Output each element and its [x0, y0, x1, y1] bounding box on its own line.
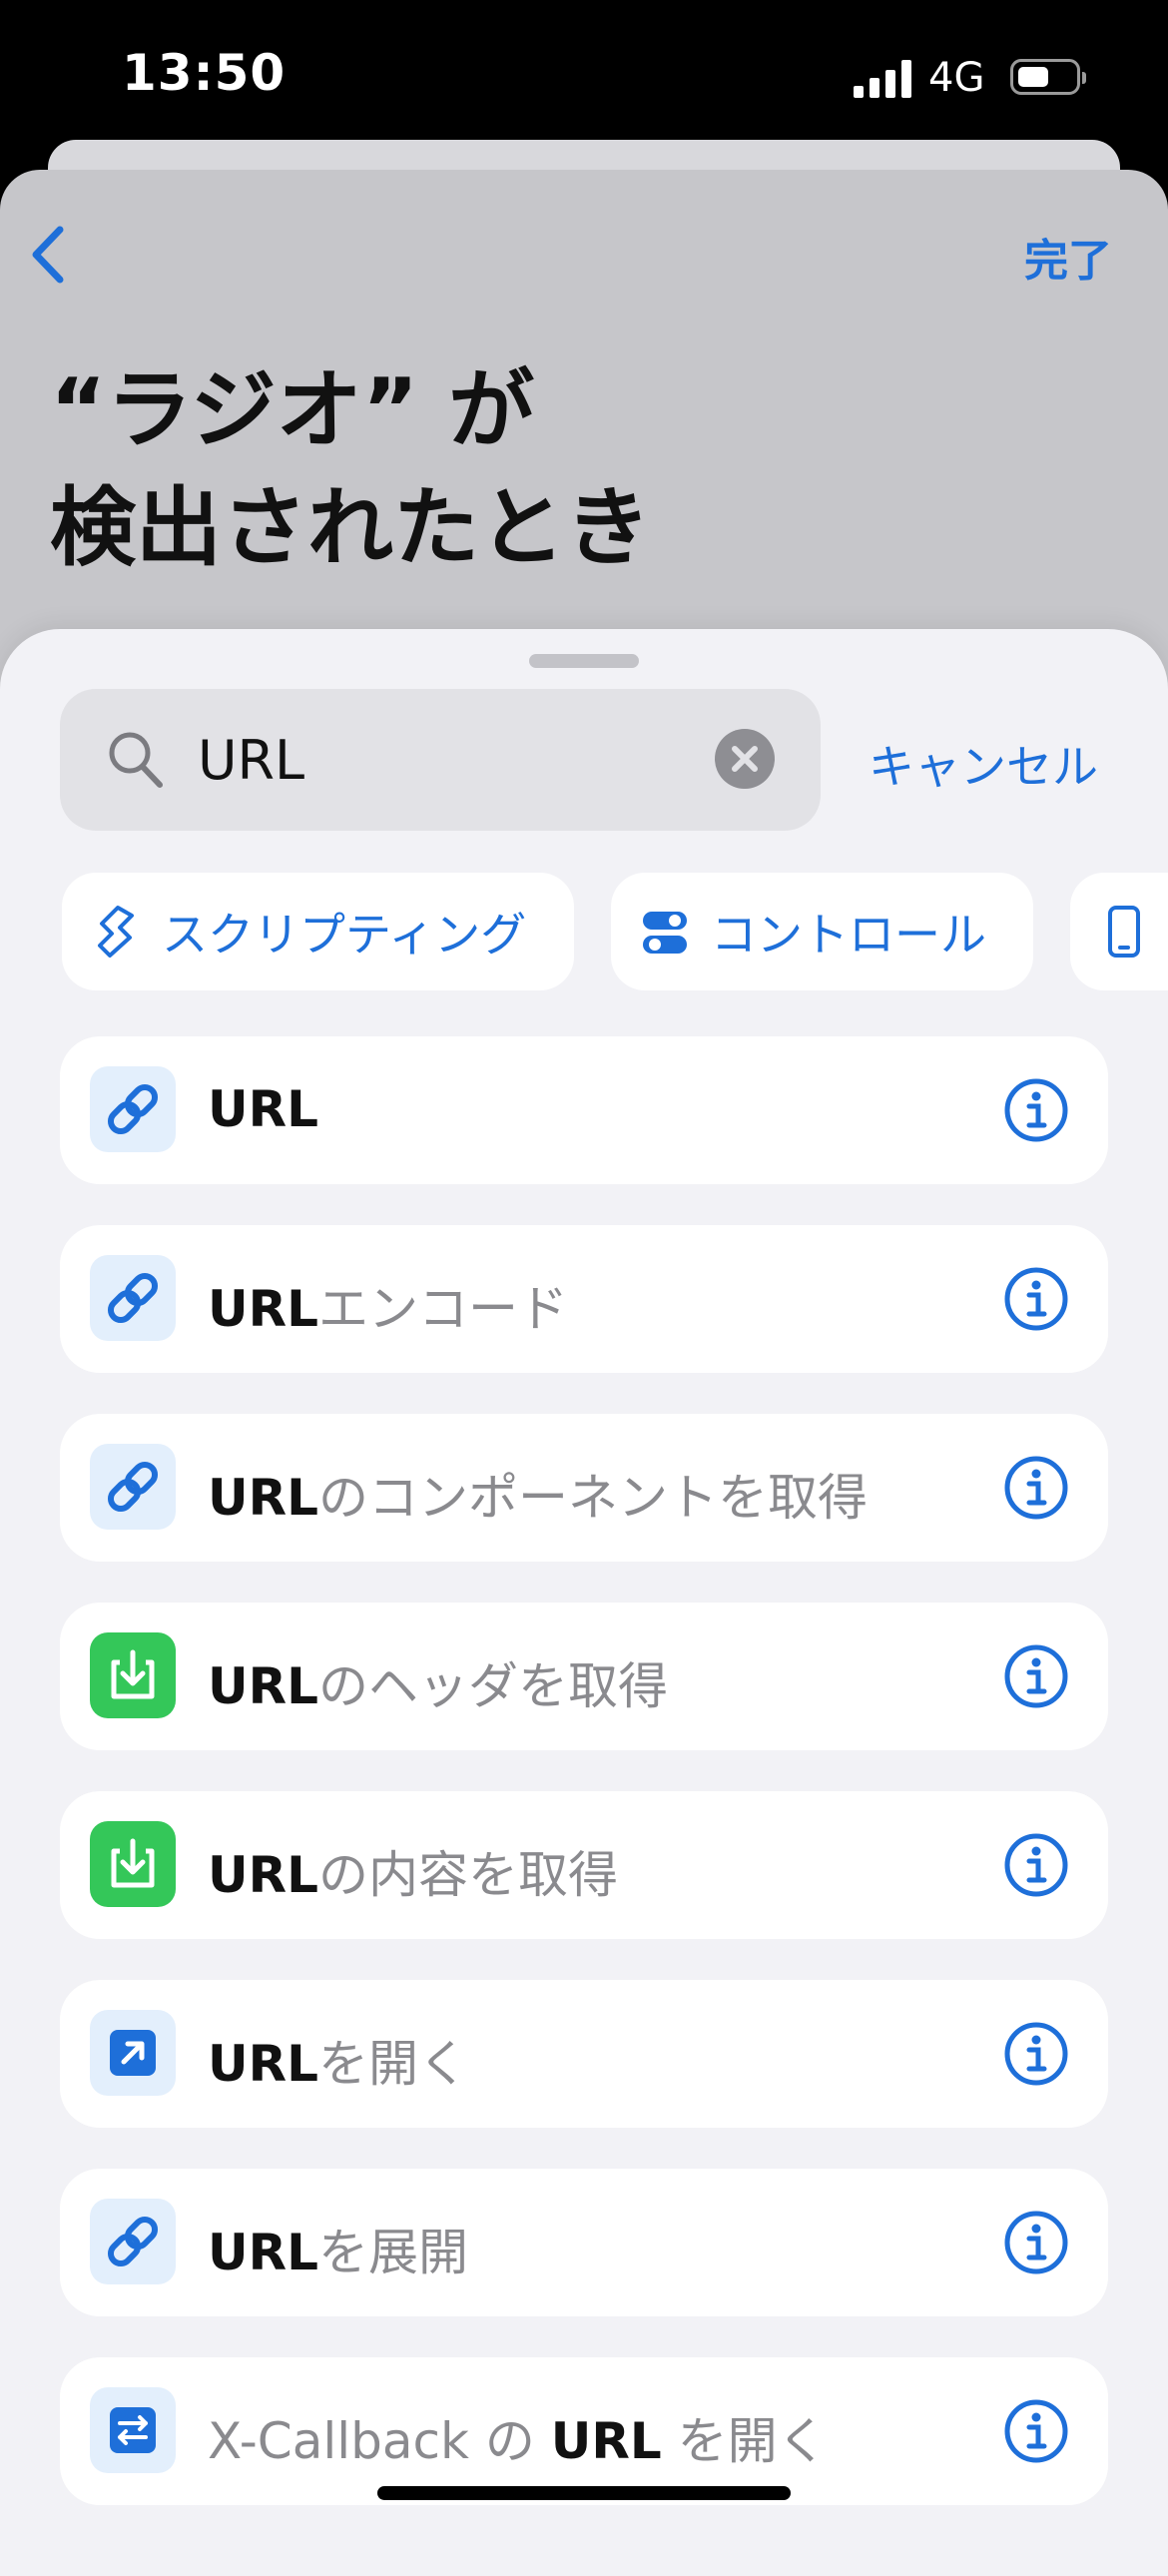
action-row-open-url[interactable]: URLを開く	[60, 1980, 1108, 2128]
search-input[interactable]	[198, 721, 717, 799]
action-icon-box	[90, 1066, 176, 1152]
info-icon[interactable]	[1003, 1643, 1069, 1709]
download-icon	[111, 1838, 155, 1888]
clear-search-button[interactable]	[715, 729, 775, 789]
status-time: 13:50	[122, 44, 287, 102]
category-chip-device[interactable]	[1070, 873, 1168, 990]
info-icon[interactable]	[1003, 1077, 1069, 1143]
scripting-icon	[98, 906, 134, 958]
link-icon	[107, 2216, 159, 2267]
action-row-url[interactable]: URL	[60, 1036, 1108, 1184]
info-icon[interactable]	[1003, 1832, 1069, 1898]
action-label: URL	[208, 1080, 318, 1138]
info-icon[interactable]	[1003, 2021, 1069, 2087]
action-icon-box	[90, 1444, 176, 1530]
action-label: URLを開く	[208, 2035, 468, 2093]
chevron-left-icon	[32, 226, 64, 284]
action-label: URLの内容を取得	[208, 1846, 618, 1904]
action-label: URLエンコード	[208, 1280, 568, 1338]
link-icon	[107, 1083, 159, 1135]
action-icon-box	[90, 1821, 176, 1907]
status-bar: 13:50 4G	[0, 0, 1168, 150]
action-label: X-Callback の URL を開く	[208, 2412, 828, 2470]
battery-icon	[1010, 59, 1086, 95]
category-chip-controls[interactable]: コントロール	[611, 873, 1033, 990]
action-row-get-url-components[interactable]: URLのコンポーネントを取得	[60, 1414, 1108, 1562]
toggles-icon	[643, 912, 687, 954]
info-icon[interactable]	[1003, 1266, 1069, 1332]
device-icon	[1108, 906, 1140, 958]
link-icon	[107, 1461, 159, 1513]
page-title: “ラジオ” が 検出されたとき	[50, 351, 948, 587]
action-row-open-x-callback-url[interactable]: X-Callback の URL を開く	[60, 2357, 1108, 2505]
title-line-2: 検出されたとき	[50, 478, 651, 578]
chip-label: スクリプティング	[162, 908, 527, 962]
chip-label: コントロール	[711, 908, 986, 962]
cancel-button[interactable]: キャンセル	[869, 731, 1098, 797]
action-row-url-encode[interactable]: URLエンコード	[60, 1225, 1108, 1373]
search-icon	[109, 732, 163, 788]
category-chip-scripting[interactable]: スクリプティング	[62, 873, 574, 990]
close-icon	[732, 746, 758, 772]
download-icon	[111, 1649, 155, 1699]
action-label: URLのコンポーネントを取得	[208, 1469, 868, 1527]
info-icon[interactable]	[1003, 1455, 1069, 1521]
action-icon-box	[90, 1632, 176, 1718]
back-button[interactable]	[22, 220, 72, 290]
action-icon-box	[90, 2010, 176, 2096]
signal-icon	[854, 60, 913, 98]
x-callback-icon	[110, 2407, 156, 2453]
action-row-get-headers[interactable]: URLのヘッダを取得	[60, 1603, 1108, 1750]
sheet-grabber[interactable]	[529, 654, 639, 668]
action-label: URLのヘッダを取得	[208, 1657, 668, 1715]
open-arrow-icon	[110, 2030, 156, 2076]
link-icon	[107, 1272, 159, 1324]
network-type: 4G	[928, 55, 985, 101]
home-indicator[interactable]	[377, 2486, 791, 2500]
done-button[interactable]: 完了	[1024, 225, 1112, 289]
action-row-expand-url[interactable]: URLを展開	[60, 2169, 1108, 2316]
action-icon-box	[90, 1255, 176, 1341]
search-field[interactable]	[60, 689, 821, 831]
info-icon[interactable]	[1003, 2398, 1069, 2464]
info-icon[interactable]	[1003, 2210, 1069, 2275]
action-icon-box	[90, 2387, 176, 2473]
action-icon-box	[90, 2199, 176, 2284]
action-label: URLを展開	[208, 2224, 468, 2281]
action-row-get-contents[interactable]: URLの内容を取得	[60, 1791, 1108, 1939]
title-line-1: “ラジオ” が	[50, 360, 535, 460]
